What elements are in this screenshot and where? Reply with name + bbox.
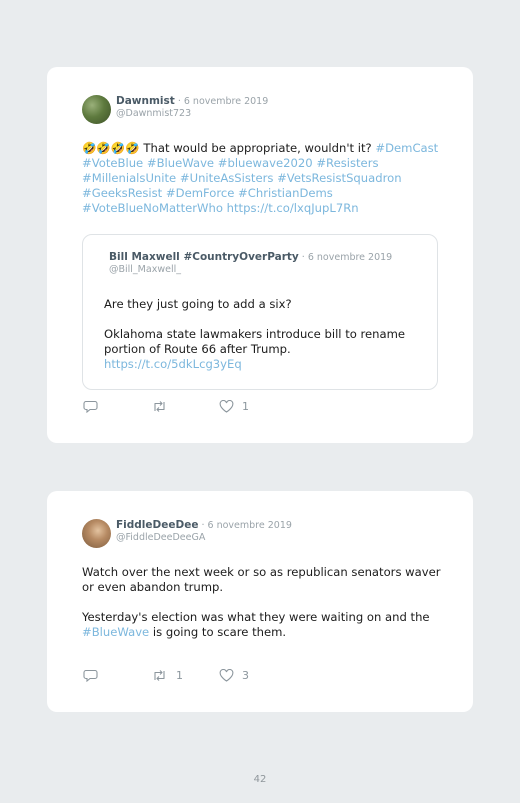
quoted-date[interactable]: 6 novembre 2019 [308,252,392,263]
tweet-actions: 1 [83,400,249,413]
author-handle[interactable]: @Dawnmist723 [116,108,268,120]
hashtag-link[interactable]: #MillenialsUnite [82,171,176,185]
tweet-body: That would be appropriate, wouldn't it? [139,141,376,155]
reply-icon [83,669,98,682]
reply-button[interactable] [83,669,151,682]
like-count: 1 [242,400,249,413]
reply-icon [83,400,98,413]
url-link[interactable]: https://t.co/lxqJupL7Rn [227,201,359,215]
hashtag-link[interactable]: #VoteBlue [82,156,143,170]
retweet-button[interactable]: 1 [151,669,219,682]
quoted-text: Are they just going to add a six? Oklaho… [104,297,424,372]
tweet-text: Watch over the next week or so as republ… [82,565,442,640]
retweet-button[interactable] [151,400,219,413]
tweet-paragraph: Yesterday's election was what they were … [82,610,442,640]
tweet-header: Dawnmist · 6 novembre 2019 @Dawnmist723 [82,95,268,124]
hashtag-link[interactable]: #DemForce [166,186,234,200]
emoji-text: 🤣🤣🤣🤣 [82,141,140,155]
avatar[interactable] [82,95,111,124]
quoted-line: Oklahoma state lawmakers introduce bill … [104,327,406,356]
page-number: 42 [253,774,267,785]
quoted-header: Bill Maxwell #CountryOverParty · 6 novem… [109,251,392,276]
tweet-body: is going to scare them. [149,625,287,639]
author-handle[interactable]: @FiddleDeeDeeGA [116,532,292,544]
tweet-card: Dawnmist · 6 novembre 2019 @Dawnmist723 … [47,67,473,443]
quoted-line: Are they just going to add a six? [104,297,292,311]
like-button[interactable]: 3 [219,669,249,682]
hashtag-link[interactable]: #Resisters [316,156,378,170]
date-separator: · [174,96,184,107]
tweet-card: FiddleDeeDee · 6 novembre 2019 @FiddleDe… [47,491,473,712]
like-count: 3 [242,669,249,682]
hashtag-link[interactable]: #GeeksResist [82,186,162,200]
hashtag-link[interactable]: #BlueWave [82,625,149,639]
quoted-tweet[interactable]: Bill Maxwell #CountryOverParty · 6 novem… [82,234,438,390]
quoted-author-handle[interactable]: @Bill_Maxwell_ [109,264,392,276]
tweet-actions: 1 3 [83,669,249,682]
tweet-body: Yesterday's election was what they were … [82,610,430,624]
author-name[interactable]: Dawnmist [116,95,175,107]
tweet-date[interactable]: 6 novembre 2019 [184,96,268,107]
tweet-paragraph: Watch over the next week or so as republ… [82,565,441,594]
hashtag-link[interactable]: #UniteAsSisters [180,171,274,185]
hashtag-link[interactable]: #VoteBlueNoMatterWho [82,201,223,215]
retweet-count: 1 [176,669,183,682]
hashtag-link[interactable]: #VetsResistSquadron [277,171,401,185]
heart-icon [219,400,234,413]
date-separator: · [198,520,208,531]
retweet-icon [154,401,165,412]
reply-button[interactable] [83,400,151,413]
heart-icon [219,669,234,682]
hashtag-link[interactable]: #ChristianDems [238,186,333,200]
tweet-header: FiddleDeeDee · 6 novembre 2019 @FiddleDe… [82,519,292,548]
avatar[interactable] [82,519,111,548]
quoted-url-link[interactable]: https://t.co/5dkLcg3yEq [104,357,424,372]
hashtag-link[interactable]: #bluewave2020 [218,156,313,170]
tweet-date[interactable]: 6 novembre 2019 [208,520,292,531]
author-name[interactable]: FiddleDeeDee [116,519,198,531]
retweet-icon [154,670,165,681]
tweet-text: 🤣🤣🤣🤣 That would be appropriate, wouldn't… [82,141,442,216]
date-separator: · [298,252,308,263]
quoted-author-name[interactable]: Bill Maxwell #CountryOverParty [109,251,299,263]
like-button[interactable]: 1 [219,400,249,413]
hashtag-link[interactable]: #DemCast [375,141,438,155]
hashtag-link[interactable]: #BlueWave [147,156,214,170]
